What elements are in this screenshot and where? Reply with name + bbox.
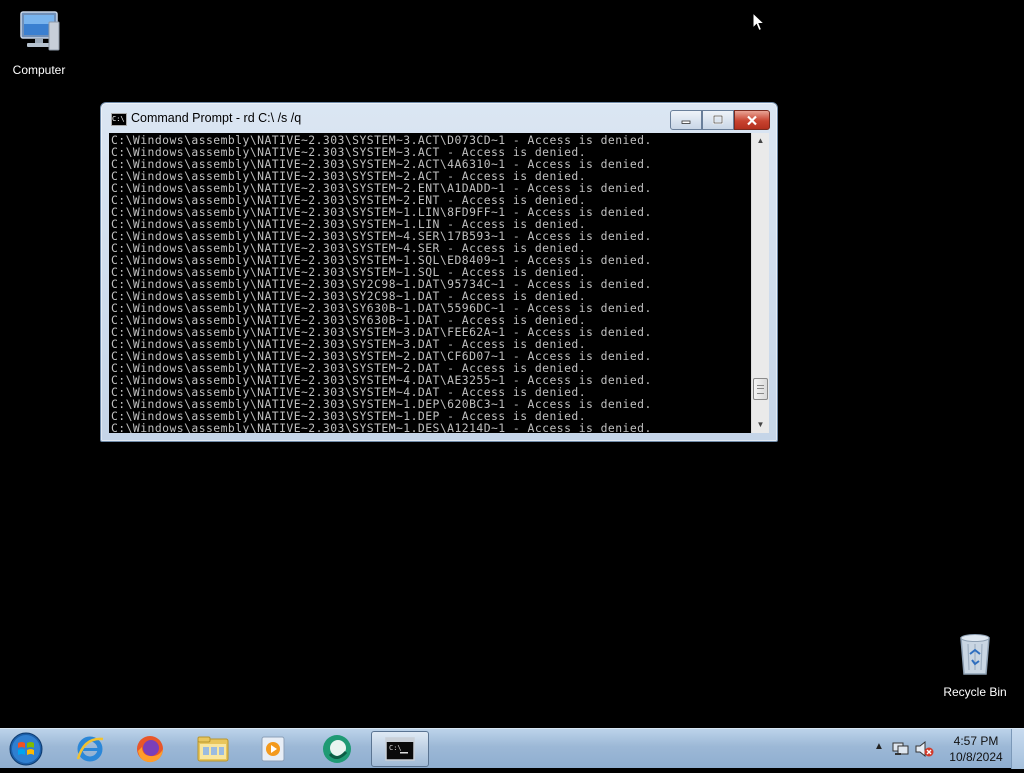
taskbar-media-player[interactable] [245,731,301,767]
firefox-icon [137,736,163,763]
console-line: C:\Windows\assembly\NATIVE~2.303\SYSTEM~… [111,421,652,433]
recycle-bin-icon-label: Recycle Bin [943,685,1007,699]
console-text: C:\Windows\assembly\NATIVE~2.303\SYSTEM~… [109,133,751,433]
internet-explorer-icon [76,736,104,762]
svg-text:C:\: C:\ [389,744,402,752]
taskbar-firefox[interactable] [122,731,178,767]
volume-muted-icon[interactable] [914,740,934,763]
taskbar-windows-explorer[interactable] [185,731,241,767]
show-hidden-icons-icon[interactable]: ▲ [874,741,884,752]
command-prompt-window[interactable]: C:\ Command Prompt - rd C:\ /s /q C:\Win… [100,102,778,442]
clock-time: 4:57 PM [953,734,999,748]
minimize-icon [681,120,691,124]
scroll-down-arrow-icon[interactable]: ▼ [752,417,769,433]
scroll-thumb[interactable] [753,378,768,400]
maximize-icon [712,115,724,125]
recycle-bin-icon [937,630,1013,681]
scroll-up-arrow-icon[interactable]: ▲ [752,133,769,149]
computer-desktop-icon[interactable]: Computer [1,8,77,77]
grip-icon [757,385,764,394]
start-button[interactable] [6,730,46,768]
minimize-button[interactable] [670,110,702,130]
desktop: Computer Recycle Bin C:\ Command Prompt … [0,0,1024,728]
clock[interactable]: 4:57 PM 10/8/2024 [940,733,1012,765]
window-titlebar[interactable]: C:\ Command Prompt - rd C:\ /s /q [101,103,777,131]
taskbar-command-prompt[interactable]: C:\ [371,731,429,767]
close-icon [747,115,757,125]
taskbar-green-app[interactable] [309,731,365,767]
maximize-button[interactable] [702,110,734,130]
computer-icon [1,8,77,59]
mouse-cursor-icon [752,11,766,37]
taskbar-internet-explorer[interactable] [62,731,118,767]
network-icon[interactable] [892,740,910,763]
folder-icon [197,736,229,762]
command-prompt-icon: C:\ [385,737,415,761]
clock-date: 10/8/2024 [949,750,1003,764]
show-desktop-button[interactable] [1011,729,1024,769]
computer-icon-label: Computer [12,63,66,77]
taskbar: C:\ ▲ 4:57 PM 10/8/2024 [0,728,1024,769]
command-prompt-icon: C:\ [111,113,127,126]
window-title: Command Prompt - rd C:\ /s /q [131,111,302,125]
media-player-icon [261,736,285,762]
recycle-bin-desktop-icon[interactable]: Recycle Bin [937,630,1013,699]
windows-start-icon [9,732,43,766]
vertical-scrollbar[interactable]: ▲ ▼ [751,133,769,433]
green-app-icon [323,735,351,763]
close-button[interactable] [734,110,770,130]
system-tray: ▲ 4:57 PM 10/8/2024 [864,729,1024,769]
console-output[interactable]: C:\Windows\assembly\NATIVE~2.303\SYSTEM~… [109,133,751,433]
